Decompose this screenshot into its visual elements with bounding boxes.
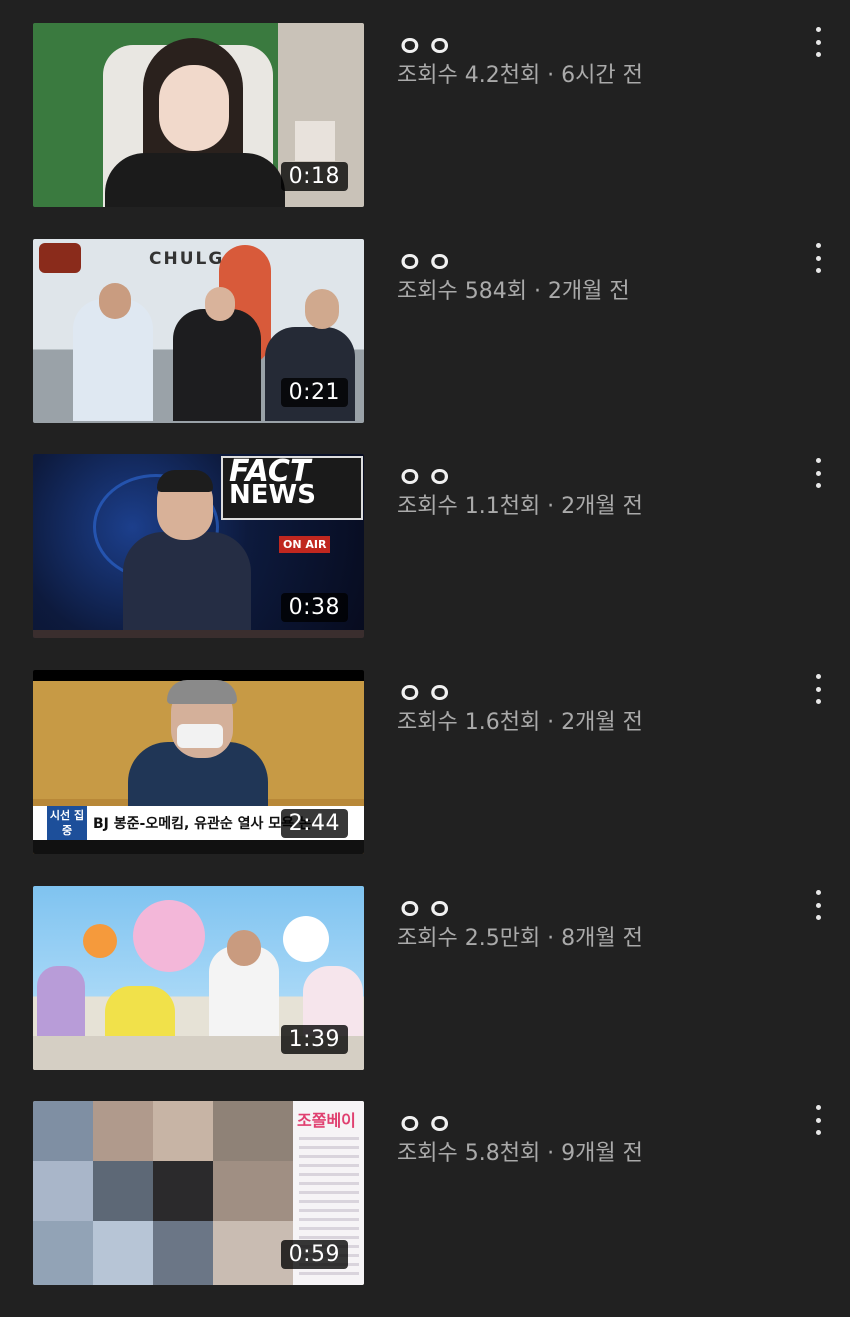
thumb-sign-text: CHULG: [149, 249, 225, 269]
video-list: 0:18 ㅇㅇ 조회수 4.2천회 · 6시간 전 CHULG 0:21 ㅇㅇ …: [0, 0, 850, 1312]
more-options-icon[interactable]: [806, 458, 830, 488]
more-options-icon[interactable]: [806, 674, 830, 704]
video-item[interactable]: 조쫄베이 0:59 ㅇㅇ 조회수 5.8천회 · 9개월 전: [0, 1101, 850, 1317]
thumb-onair-badge: ON AIR: [279, 536, 331, 553]
video-meta: 조회수 5.8천회 · 9개월 전: [397, 1141, 643, 1166]
video-thumbnail[interactable]: 1:39: [33, 886, 364, 1070]
video-duration: 0:21: [280, 378, 348, 407]
video-meta: 조회수 2.5만회 · 8개월 전: [397, 926, 643, 951]
video-duration: 0:18: [280, 162, 348, 191]
more-options-icon[interactable]: [806, 27, 830, 57]
video-item[interactable]: FACT NEWS ON AIR 0:38 ㅇㅇ 조회수 1.1천회 · 2개월…: [0, 454, 850, 670]
video-thumbnail[interactable]: 조쫄베이 0:59: [33, 1101, 364, 1285]
more-options-icon[interactable]: [806, 243, 830, 273]
video-thumbnail[interactable]: FACT NEWS ON AIR 0:38: [33, 454, 364, 638]
thumb-caption-tag: 시선 집중: [47, 806, 87, 842]
video-meta: 조회수 4.2천회 · 6시간 전: [397, 63, 643, 88]
video-thumbnail[interactable]: 0:18: [33, 23, 364, 207]
video-duration: 2:44: [280, 809, 348, 838]
video-item[interactable]: 0:18 ㅇㅇ 조회수 4.2천회 · 6시간 전: [0, 23, 850, 239]
video-item[interactable]: CHULG 0:21 ㅇㅇ 조회수 584회 · 2개월 전: [0, 239, 850, 455]
thumb-caption-text: BJ 봉준-오메킴, 유관순 열사 모욕 논: [93, 816, 312, 832]
video-meta: 조회수 584회 · 2개월 전: [397, 279, 630, 304]
video-item[interactable]: 1:39 ㅇㅇ 조회수 2.5만회 · 8개월 전: [0, 886, 850, 1102]
video-duration: 0:59: [280, 1240, 348, 1269]
video-duration: 1:39: [280, 1025, 348, 1054]
video-thumbnail[interactable]: 시선 집중 BJ 봉준-오메킴, 유관순 열사 모욕 논 2:44: [33, 670, 364, 854]
video-meta: 조회수 1.1천회 · 2개월 전: [397, 494, 643, 519]
thumb-chat-title: 조쫄베이: [297, 1111, 356, 1130]
video-item[interactable]: 시선 집중 BJ 봉준-오메킴, 유관순 열사 모욕 논 2:44 ㅇㅇ 조회수…: [0, 670, 850, 886]
video-meta: 조회수 1.6천회 · 2개월 전: [397, 710, 643, 735]
thumb-news-text: NEWS: [229, 480, 316, 510]
more-options-icon[interactable]: [806, 890, 830, 920]
video-thumbnail[interactable]: CHULG 0:21: [33, 239, 364, 423]
more-options-icon[interactable]: [806, 1105, 830, 1135]
video-duration: 0:38: [280, 593, 348, 622]
